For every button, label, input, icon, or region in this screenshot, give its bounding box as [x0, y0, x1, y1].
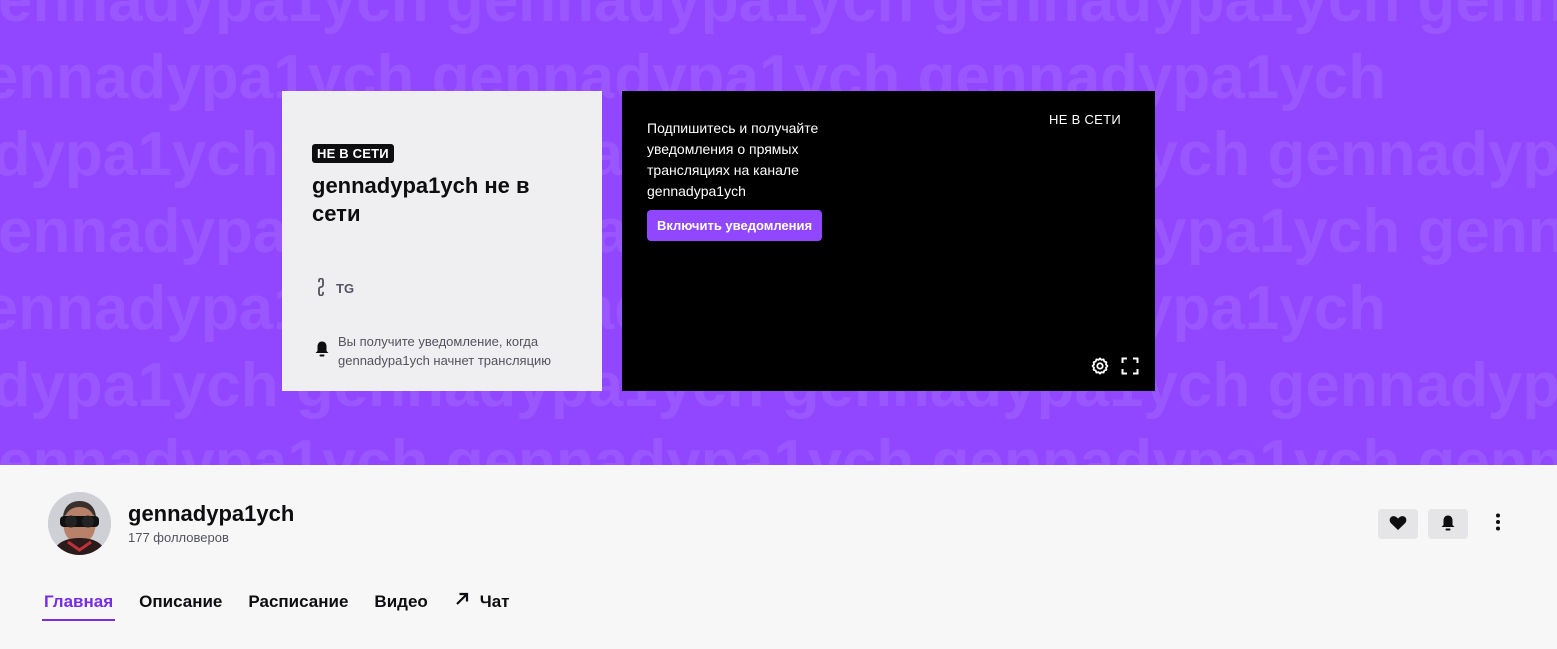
- tab-label: Главная: [44, 591, 114, 611]
- enable-notifications-button[interactable]: Включить уведомления: [647, 210, 823, 241]
- offline-badge: НЕ В СЕТИ: [312, 144, 394, 163]
- tab-about[interactable]: Описание: [139, 592, 222, 620]
- notifications-button[interactable]: [1428, 509, 1468, 539]
- offline-card: НЕ В СЕТИ gennadypa1ych не в сети TG Вы …: [282, 91, 602, 391]
- tab-chat[interactable]: Чат: [454, 591, 510, 620]
- banner-pattern-line: gennadypa1ych gennadypa1ych gennadypa1yc…: [0, 0, 1557, 35]
- channel-tabs: Главная Описание Расписание Видео Чат: [41, 591, 536, 621]
- player-status: НЕ В СЕТИ: [1049, 112, 1121, 127]
- tab-label: Расписание: [248, 591, 349, 611]
- offline-title: gennadypa1ych не в сети: [312, 173, 530, 226]
- external-arrow-icon: [454, 591, 470, 612]
- notify-info: Вы получите уведомление, когда gennadypa…: [314, 332, 574, 370]
- channel-name[interactable]: gennadypa1ych: [128, 501, 294, 527]
- channel-info: gennadypa1ych 177 фолловеров Главная Опи…: [0, 465, 1557, 649]
- fullscreen-icon[interactable]: [1119, 355, 1141, 377]
- tab-label: Видео: [374, 591, 428, 611]
- follow-button[interactable]: [1378, 509, 1418, 539]
- heart-icon: [1389, 515, 1407, 534]
- notify-text: Вы получите уведомление, когда gennadypa…: [338, 334, 552, 368]
- tab-label: Чат: [479, 591, 510, 611]
- tab-videos[interactable]: Видео: [374, 592, 427, 620]
- player-message: Подпишитесь и получайте уведомления о пр…: [647, 120, 819, 199]
- tab-home[interactable]: Главная: [41, 591, 116, 621]
- avatar[interactable]: [48, 492, 111, 555]
- more-options-button[interactable]: [1485, 509, 1511, 539]
- vertical-dots-icon: [1496, 513, 1500, 536]
- social-link-tg[interactable]: TG: [314, 277, 355, 299]
- channel-banner: gennadypa1ych gennadypa1ych gennadypa1yc…: [0, 0, 1557, 465]
- tab-label: Описание: [139, 591, 223, 611]
- social-link-label: TG: [336, 281, 355, 296]
- bell-icon: [1440, 514, 1456, 535]
- follower-count: 177 фолловеров: [128, 530, 229, 545]
- banner-pattern-line: gennadypa1ych gennadypa1ych gennadypa1yc…: [0, 428, 1557, 465]
- video-player[interactable]: Подпишитесь и получайте уведомления о пр…: [622, 91, 1155, 391]
- bell-icon: [314, 340, 330, 363]
- tab-schedule[interactable]: Расписание: [248, 592, 348, 620]
- link-icon: [314, 277, 328, 299]
- settings-gear-icon[interactable]: [1089, 355, 1111, 377]
